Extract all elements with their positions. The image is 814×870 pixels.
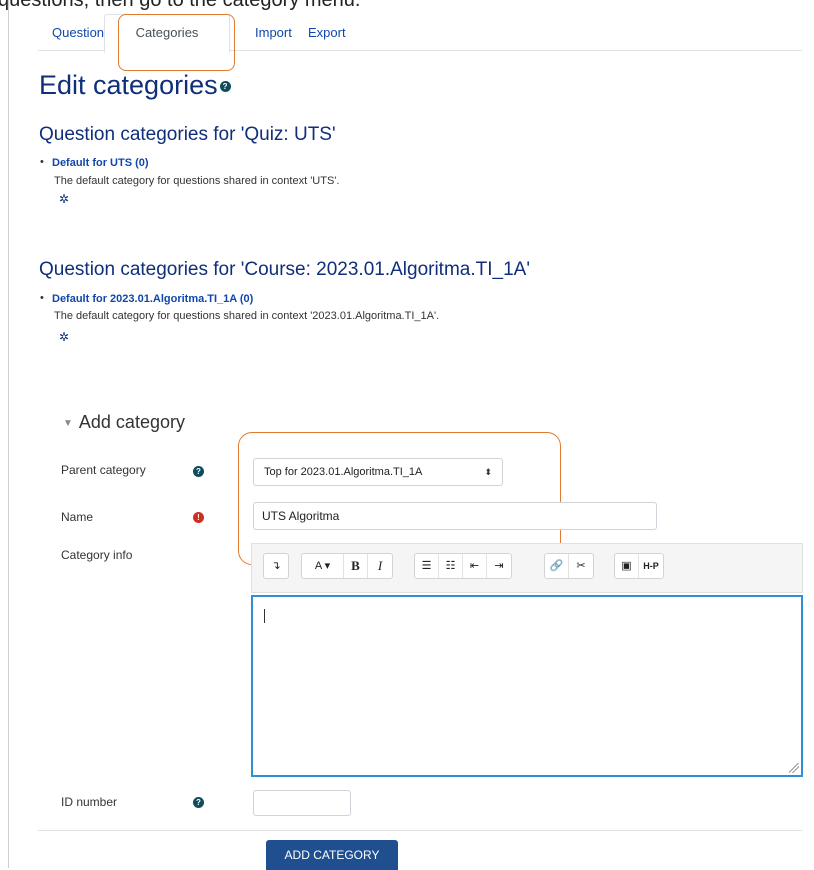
text-cursor (264, 609, 265, 623)
question-circle-icon[interactable]: ? (219, 81, 231, 93)
category-link-default-uts[interactable]: Default for UTS (0) (52, 157, 149, 169)
h5p-icon[interactable]: H-P (639, 554, 663, 578)
caption-text: questions, then go to the category menu. (0, 0, 361, 11)
category-info-label: Category info (61, 548, 133, 562)
unlink-icon[interactable]: ✂ (569, 554, 593, 578)
bold-icon[interactable]: B (344, 554, 368, 578)
name-input-value: UTS Algoritma (262, 509, 340, 523)
id-number-input[interactable] (253, 790, 351, 816)
paragraph-styles-icon[interactable]: A ▾ (302, 554, 344, 578)
page-title-text: Edit categories (39, 70, 218, 100)
image-icon[interactable]: ▣ (615, 554, 639, 578)
bullet: • (40, 156, 44, 168)
question-circle-icon[interactable]: ? (193, 466, 204, 477)
add-category-button[interactable]: ADD CATEGORY (266, 840, 398, 870)
category-description: The default category for questions share… (54, 175, 340, 187)
toolbar-group-links: 🔗 ✂ (544, 553, 594, 579)
resize-handle-icon[interactable] (789, 763, 799, 773)
parent-category-label: Parent category (61, 463, 146, 477)
section-heading-course: Question categories for 'Course: 2023.01… (39, 259, 530, 280)
category-description: The default category for questions share… (54, 310, 440, 322)
highlight-categories-tab (118, 14, 235, 71)
outdent-icon[interactable]: ⇤ (463, 554, 487, 578)
gear-icon[interactable]: ✲ (59, 192, 69, 206)
bullet: • (40, 292, 44, 304)
tab-import[interactable]: Import (255, 16, 292, 50)
section-heading-quiz: Question categories for 'Quiz: UTS' (39, 124, 336, 145)
top-caption-strip: questions, then go to the category menu. (0, 0, 814, 14)
add-category-legend[interactable]: ▼ Add category (63, 412, 185, 433)
name-input[interactable]: UTS Algoritma (253, 502, 657, 530)
parent-category-select[interactable]: Top for 2023.01.Algoritma.TI_1A ⬍ (253, 458, 503, 486)
name-label: Name (61, 510, 94, 524)
page-title: Edit categories? (39, 70, 231, 101)
editor-toolbar: ↴ A ▾ B I ☰ ☷ ⇤ ⇥ 🔗 ✂ ▣ H-P (251, 543, 803, 593)
toolbar-group-media: ▣ H-P (614, 553, 664, 579)
form-separator (38, 830, 802, 831)
question-circle-icon[interactable]: ? (193, 797, 204, 808)
category-info-editor[interactable] (251, 595, 803, 777)
tab-export[interactable]: Export (308, 16, 346, 50)
italic-icon[interactable]: I (368, 554, 392, 578)
id-number-label: ID number (61, 795, 118, 809)
toolbar-group-style: A ▾ B I (301, 553, 393, 579)
collapse-toolbar-icon[interactable]: ↴ (264, 554, 288, 578)
indent-icon[interactable]: ⇥ (487, 554, 511, 578)
toolbar-group-collapse: ↴ (263, 553, 289, 579)
add-category-legend-text: Add category (78, 412, 185, 432)
frame-left-border (8, 0, 9, 868)
gear-icon[interactable]: ✲ (59, 330, 69, 344)
link-icon[interactable]: 🔗 (545, 554, 569, 578)
unordered-list-icon[interactable]: ☰ (415, 554, 439, 578)
category-link-default-course[interactable]: Default for 2023.01.Algoritma.TI_1A (0) (52, 293, 253, 305)
parent-category-value: Top for 2023.01.Algoritma.TI_1A (264, 466, 423, 478)
toolbar-group-lists: ☰ ☷ ⇤ ⇥ (414, 553, 512, 579)
tab-questions[interactable]: Questions (52, 16, 111, 50)
exclamation-circle-icon: ! (193, 512, 204, 523)
select-arrows-icon: ⬍ (484, 467, 492, 477)
caret-down-icon: ▼ (63, 418, 73, 429)
ordered-list-icon[interactable]: ☷ (439, 554, 463, 578)
